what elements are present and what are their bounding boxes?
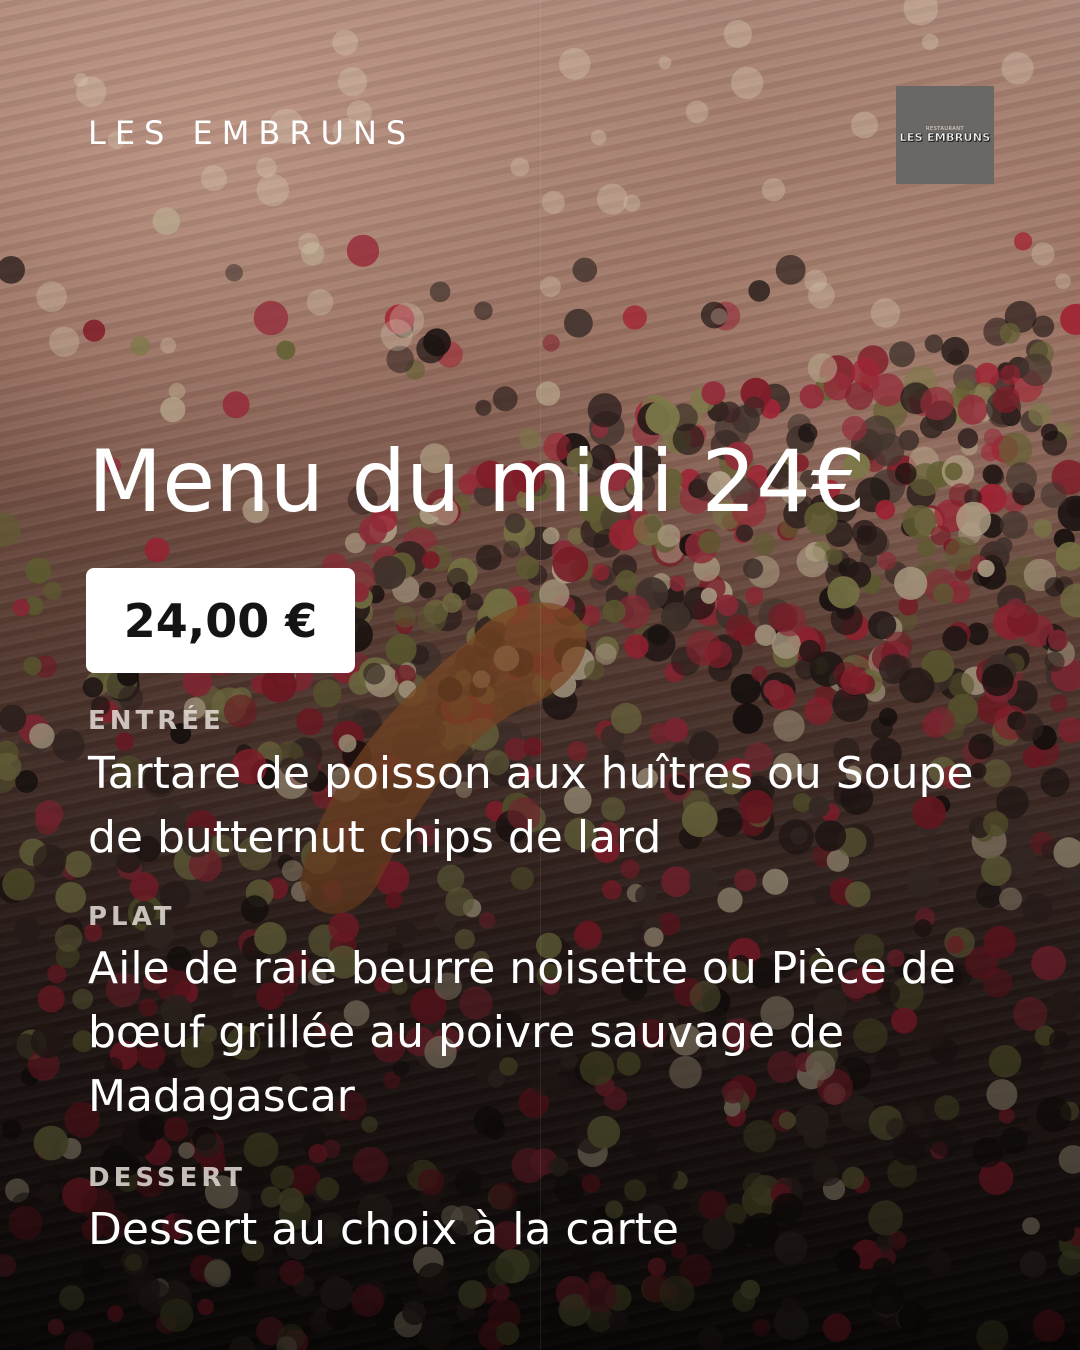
restaurant-logo: RESTAURANT LES EMBRUNS [896, 86, 994, 184]
section-text-entree: Tartare de poisson aux huîtres ou Soupe … [88, 748, 974, 863]
section-label-plat: PLAT [88, 902, 176, 932]
logo-text: LES EMBRUNS [899, 131, 991, 144]
section-text-dessert: Dessert au choix à la carte [88, 1204, 679, 1255]
image-seam [540, 0, 541, 1350]
menu-title: Menu du midi 24€ [88, 432, 866, 532]
menu-card: LES EMBRUNS RESTAURANT LES EMBRUNS Menu … [0, 0, 1080, 1350]
brand-name: LES EMBRUNS [88, 114, 416, 152]
section-label-entree: ENTRÉE [88, 706, 225, 736]
price-badge: 24,00 € [86, 568, 355, 673]
section-text-plat: Aile de raie beurre noisette ou Pièce de… [88, 943, 956, 1122]
section-label-dessert: DESSERT [88, 1163, 246, 1193]
